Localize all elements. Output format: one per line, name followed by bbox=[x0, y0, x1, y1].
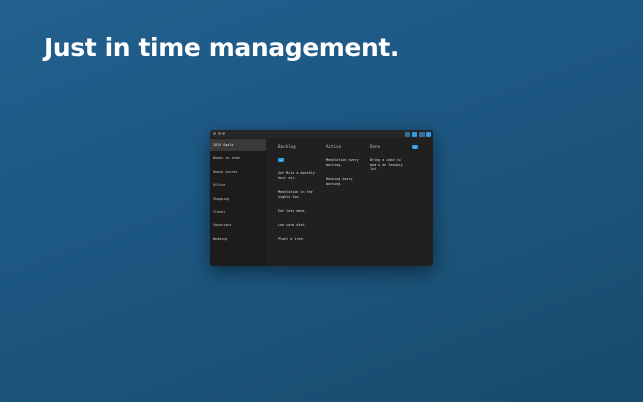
zoom-window-icon[interactable] bbox=[222, 132, 225, 135]
card[interactable]: Meditation in the nights too. bbox=[278, 190, 318, 199]
sidebar-item-office[interactable]: Office bbox=[210, 179, 266, 191]
add-card-button-done[interactable]: + bbox=[412, 145, 418, 149]
card[interactable]: Eat less meat. bbox=[278, 209, 318, 214]
sidebar-item-2019-goals[interactable]: 2019 Goals bbox=[210, 139, 266, 151]
card[interactable]: Low carb diet. bbox=[278, 223, 318, 228]
sidebar-item-books-to-read[interactable]: Books to read bbox=[210, 152, 266, 164]
column-title-backlog: Backlog bbox=[278, 144, 296, 149]
card[interactable]: Meditation every morning. bbox=[326, 158, 366, 167]
title-bar bbox=[210, 130, 433, 138]
column-title-active: Active bbox=[326, 144, 342, 149]
close-window-icon[interactable] bbox=[213, 132, 216, 135]
card[interactable]: Get Milo a monthly hair cut. bbox=[278, 171, 318, 180]
add-card-button-backlog[interactable]: + bbox=[278, 158, 284, 162]
column-title-done: Done bbox=[370, 144, 381, 149]
card[interactable]: Bring a cake to mom's on January 1st. bbox=[370, 158, 404, 172]
card[interactable]: Running every morning. bbox=[326, 177, 366, 186]
sidebar-item-vacations[interactable]: Vacations bbox=[210, 219, 266, 231]
headline: Just in time management. bbox=[44, 33, 400, 62]
sidebar: 2019 Goals Books to read House chores Of… bbox=[210, 138, 266, 266]
sidebar-toggle-button[interactable] bbox=[405, 131, 410, 137]
toolbar-button-2[interactable] bbox=[412, 131, 417, 137]
sidebar-item-travel[interactable]: Travel bbox=[210, 206, 266, 218]
sidebar-item-house-chores[interactable]: House chores bbox=[210, 166, 266, 178]
minimize-window-icon[interactable] bbox=[217, 132, 221, 135]
app-window: 2019 Goals Books to read House chores Of… bbox=[210, 130, 433, 266]
toolbar-button-3[interactable] bbox=[419, 131, 425, 137]
sidebar-item-wedding[interactable]: Wedding bbox=[210, 233, 266, 245]
card[interactable]: Plant a tree. bbox=[278, 237, 318, 242]
toolbar-button-4[interactable] bbox=[426, 131, 431, 137]
sidebar-item-shopping[interactable]: Shopping bbox=[210, 193, 266, 205]
